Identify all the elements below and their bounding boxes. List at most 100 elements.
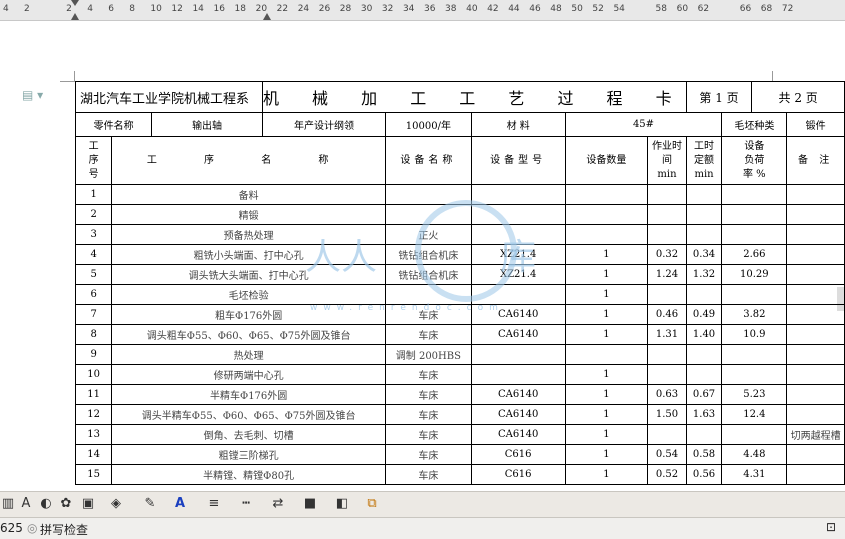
select-objects-icon[interactable]: ⧉ (364, 496, 380, 512)
cell-remark (786, 244, 845, 265)
picture-icon[interactable]: ▣ (80, 496, 96, 512)
cell-no: 5 (74, 264, 113, 285)
3d-style-icon[interactable]: ◧ (334, 496, 350, 512)
ruler-tick: 14 (192, 4, 204, 14)
cell-wt (647, 184, 687, 205)
textbox-icon[interactable]: ▥ (0, 496, 16, 512)
ruler-tick: 26 (318, 4, 331, 14)
column-header-row: 工序号 工 序 名 称 设备名称 设备型号 设备数量 作业时间 min 工时定额… (74, 136, 845, 185)
cell-name: 热处理 (111, 344, 387, 365)
col-equip-name: 设备名称 (385, 136, 472, 185)
cell-remark (786, 464, 845, 485)
ruler-tick: 16 (213, 4, 225, 14)
diagram-icon[interactable]: ◐ (38, 496, 54, 512)
cell-name: 倒角、去毛刺、切槽 (111, 424, 387, 445)
cell-load: 4.31 (721, 464, 788, 485)
cell-wt (647, 224, 687, 245)
cell-qty: 1 (564, 304, 649, 325)
table-row: 14 粗镗三阶梯孔 车床 C616 1 0.54 0.58 4.48 (74, 444, 845, 465)
arrow-style-icon[interactable]: ⇄ (270, 496, 286, 512)
info-row: 零件名称 输出轴 年产设计纲领 10000/年 材 料 45# 毛坯种类 锻件 (74, 112, 845, 137)
cell-name: 调头粗车Φ55、Φ60、Φ65、Φ75外圆及锥台 (111, 324, 387, 345)
col-load-rate: 设备负荷率 % (721, 136, 788, 185)
cell-wt (647, 204, 687, 225)
first-line-indent-marker[interactable] (71, 0, 79, 20)
material-label: 材 料 (470, 112, 566, 137)
page-number: 第 1 页 (685, 81, 753, 113)
cell-qt (685, 204, 723, 225)
clipart-icon[interactable]: ✿ (58, 496, 74, 512)
cell-wt: 1.50 (647, 404, 687, 425)
cell-qt: 1.63 (685, 404, 723, 425)
cell-wt: 0.32 (647, 244, 687, 265)
wordart-icon[interactable]: A (18, 496, 34, 512)
cell-wt: 0.63 (647, 384, 687, 405)
school-name: 湖北汽车工业学院机械工程系 (75, 81, 263, 113)
cell-load: 2.66 (721, 244, 788, 265)
cell-wt: 0.52 (647, 464, 687, 485)
ruler-tick: 6 (108, 4, 114, 14)
ruler-tick: 34 (402, 4, 415, 14)
cell-equip: 调制 200HBS (385, 344, 472, 365)
table-row: 15 半精镗、精镗Φ80孔 车床 C616 1 0.52 0.56 4.31 (74, 464, 845, 485)
ruler-tick: 18 (234, 4, 246, 14)
cell-name: 半精镗、精镗Φ80孔 (111, 464, 387, 485)
cell-load (721, 204, 788, 225)
cell-no: 7 (74, 304, 113, 325)
cell-qty: 1 (564, 424, 649, 445)
cell-remark (786, 344, 845, 365)
cell-equip: 车床 (385, 364, 472, 385)
cell-no: 10 (74, 364, 113, 385)
cell-remark (786, 204, 845, 225)
ruler-tick: 2 (24, 4, 30, 14)
ruler-tick: 46 (529, 4, 541, 14)
ruler-tick: 4 (3, 4, 9, 14)
col-equip-model: 设备型号 (470, 136, 566, 185)
cell-model: CA6140 (470, 324, 566, 345)
cell-remark (786, 284, 845, 305)
cell-name: 半精车Φ176外圆 (111, 384, 387, 405)
watermark-text-right: 库 (500, 237, 537, 278)
cell-qty: 1 (564, 364, 649, 385)
cell-load: 5.23 (721, 384, 788, 405)
horizontal-ruler[interactable]: 4 2 2 4 6 8 10 12 14 16 18 20 22 24 26 28 30 32 34 36 38 40 42… (0, 0, 845, 21)
cell-model: CA6140 (470, 424, 566, 445)
drawing-toolbar: ▥ A ◐ ✿ ▣ ◈ ✎ A ≡ ┅ ⇄ ■ ◧ ⧉ (0, 491, 845, 518)
cell-name: 精锻 (111, 204, 387, 225)
dash-style-icon[interactable]: ┅ (238, 496, 254, 512)
cell-load: 3.82 (721, 304, 788, 325)
ruler-tick: 50 (571, 4, 583, 14)
fill-color-icon[interactable]: ◈ (108, 496, 124, 512)
cell-wt: 0.46 (647, 304, 687, 325)
ruler-tick: 40 (466, 4, 478, 14)
cell-qt (685, 284, 723, 305)
ruler-tick: 20 (255, 4, 268, 14)
cell-wt: 0.54 (647, 444, 687, 465)
cell-load: 4.48 (721, 444, 788, 465)
line-color-icon[interactable]: ✎ (142, 496, 158, 512)
cell-qty: 1 (564, 284, 649, 305)
ruler-tick: 12 (171, 4, 183, 14)
ruler-tick: 44 (508, 4, 520, 14)
ruler-tick: 30 (360, 4, 373, 14)
spell-check-label[interactable]: 拼写检查 (40, 521, 88, 538)
card-title: 机 械 加 工 工 艺 过 程 卡 (261, 81, 687, 113)
col-proc-name: 工 序 名 称 (111, 136, 387, 185)
col-equip-qty: 设备数量 (564, 136, 649, 185)
cell-qt: 1.40 (685, 324, 723, 345)
cell-equip: 车床 (385, 384, 472, 405)
shadow-style-icon[interactable]: ■ (302, 496, 318, 512)
resize-grip-icon[interactable]: ⊡ (826, 520, 836, 534)
document-icon[interactable]: ▤ ▾ (22, 88, 43, 102)
part-name-value: 输出轴 (151, 112, 263, 137)
watermark-url: www.renrendoc.com (310, 303, 504, 313)
cell-name: 毛坯检验 (111, 284, 387, 305)
cell-name: 粗镗三阶梯孔 (111, 444, 387, 465)
cell-qt (685, 344, 723, 365)
line-style-icon[interactable]: ≡ (206, 496, 222, 512)
table-row: 12 调头半精车Φ55、Φ60、Φ65、Φ75外圆及锥台 车床 CA6140 1 1.50… (74, 404, 845, 425)
ruler-tick: 58 (655, 4, 667, 14)
ruler-tick: 48 (550, 4, 562, 14)
cell-qty: 1 (564, 444, 649, 465)
font-color-icon[interactable]: A (172, 496, 188, 512)
